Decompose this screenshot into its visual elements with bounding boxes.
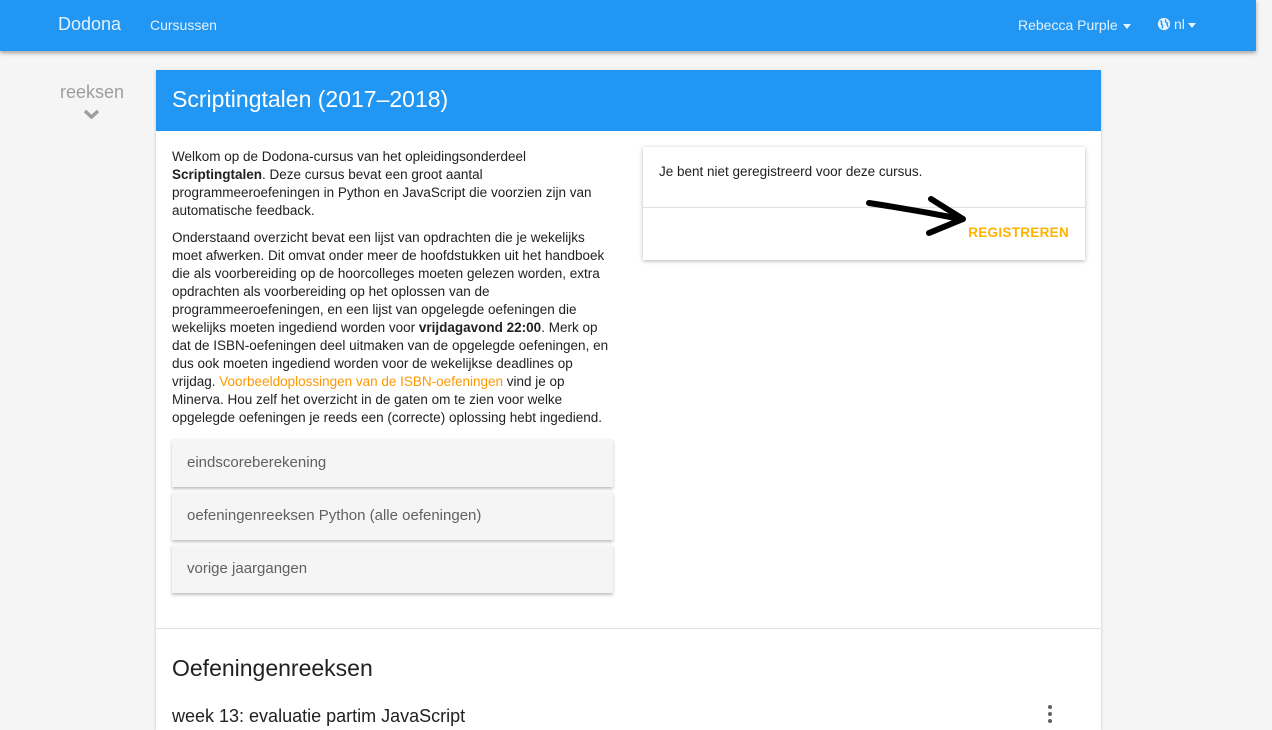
caret-down-icon [1187,22,1196,28]
list-item[interactable]: vorige jaargangen [172,545,613,593]
registration-message: Je bent niet geregistreerd voor deze cur… [659,164,923,179]
language-label: nl [1174,16,1185,32]
more-vert-icon[interactable] [1046,704,1054,724]
description-paragraph: Onderstaand overzicht bevat een lijst va… [172,230,609,425]
description-paragraph: Welkom op de Dodona-cursus van het oplei… [172,149,592,218]
nav-courses-link[interactable]: Cursussen [150,17,217,33]
divider [643,207,1085,208]
series-link-list: eindscoreberekening oefeningenreeksen Py… [172,439,613,598]
list-item[interactable]: oefeningenreeksen Python (alle oefeninge… [172,492,613,540]
globe-icon [1157,17,1171,31]
series-title[interactable]: week 13: evaluatie partim JavaScript [172,706,465,727]
user-name: Rebecca Purple [1018,17,1118,33]
language-menu[interactable]: nl [1157,16,1196,32]
register-button[interactable]: REGISTREREN [968,225,1069,240]
chevron-down-icon[interactable] [83,109,100,120]
user-menu[interactable]: Rebecca Purple [1018,17,1131,33]
isbn-solutions-link[interactable]: Voorbeeldoplossingen van de ISBN-oefenin… [219,374,503,389]
arrow-right-icon [866,196,966,236]
sidebar-reeksen-label[interactable]: reeksen [50,82,134,103]
navbar: Dodona Cursussen Rebecca Purple nl [0,0,1256,51]
registration-card: Je bent niet geregistreerd voor deze cur… [643,147,1085,260]
divider [156,628,1101,629]
brand-link[interactable]: Dodona [58,14,121,35]
section-title: Oefeningenreeksen [172,655,373,681]
course-title: Scriptingtalen (2017–2018) [156,70,1101,131]
caret-down-icon [1122,23,1131,29]
list-item[interactable]: eindscoreberekening [172,439,613,487]
course-description: Welkom op de Dodona-cursus van het oplei… [172,148,614,436]
course-card: Scriptingtalen (2017–2018) Welkom op de … [156,70,1101,730]
